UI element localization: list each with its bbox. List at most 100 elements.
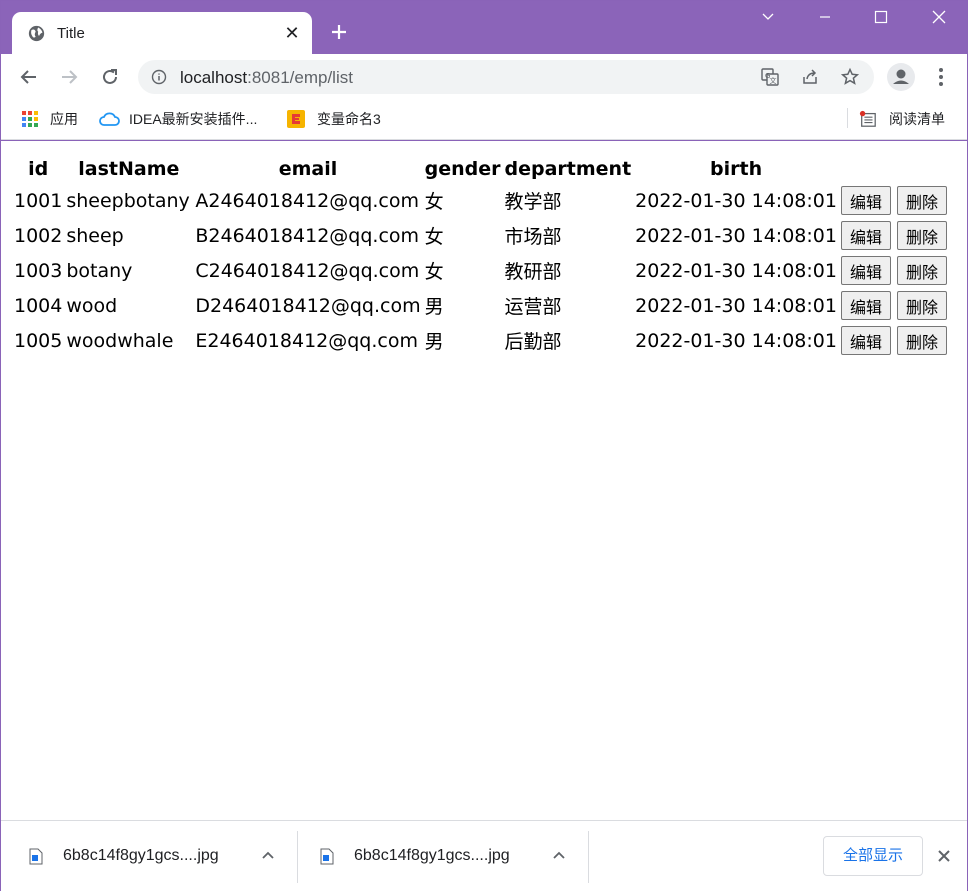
- tab-close-icon[interactable]: ✕: [282, 23, 302, 43]
- svg-text:文: 文: [770, 76, 777, 85]
- cell-lastname: sheep: [66, 224, 124, 247]
- tab-active[interactable]: Title ✕: [12, 12, 312, 54]
- cell-lastname: wood: [66, 294, 118, 317]
- reload-icon[interactable]: [99, 66, 121, 88]
- header-birth: birth: [710, 157, 763, 180]
- cell-gender: 男: [424, 296, 444, 318]
- site-info-icon[interactable]: [151, 69, 167, 85]
- url-text[interactable]: localhost:8081/emp/list: [180, 68, 353, 88]
- chevron-up-icon[interactable]: [259, 847, 277, 865]
- menu-dots-icon[interactable]: [931, 66, 951, 88]
- image-file-icon: [29, 848, 43, 865]
- edit-button[interactable]: 编辑: [840, 291, 891, 320]
- page-content: id lastName email gender department birt…: [1, 141, 967, 820]
- table-row: 1004 wood D2464018412@qq.com 男 运营部 2022-…: [13, 289, 948, 322]
- bookmark-idea-plugins[interactable]: IDEA最新安装插件...: [99, 109, 257, 129]
- table-header-row: id lastName email gender department birt…: [13, 155, 948, 182]
- delete-button[interactable]: 删除: [897, 326, 948, 355]
- cell-id: 1005: [14, 329, 63, 352]
- cloud-icon: [99, 112, 120, 126]
- profile-avatar-icon[interactable]: [887, 63, 915, 91]
- bookmarks-bar: 应用 IDEA最新安装插件... 变量命名3 阅读清单: [1, 100, 967, 140]
- cell-actions: 编辑 删除: [840, 184, 948, 217]
- cell-actions: 编辑 删除: [840, 219, 948, 252]
- bookmark-label: 应用: [50, 111, 78, 127]
- edit-button[interactable]: 编辑: [840, 256, 891, 285]
- cell-id: 1003: [14, 259, 63, 282]
- edit-button[interactable]: 编辑: [840, 186, 891, 215]
- new-tab-icon[interactable]: [327, 20, 351, 44]
- reading-list-button[interactable]: 阅读清单: [859, 109, 945, 129]
- cell-email: E2464018412@qq.com: [195, 329, 418, 352]
- globe-icon: [28, 25, 45, 42]
- reading-list-label: 阅读清单: [889, 111, 945, 127]
- cell-id: 1002: [14, 224, 63, 247]
- bookmark-label: 变量命名3: [317, 111, 381, 127]
- cell-birth: 2022-01-30 14:08:01: [635, 224, 837, 247]
- download-divider: [588, 831, 589, 883]
- translate-icon[interactable]: G 文: [760, 67, 780, 87]
- delete-button[interactable]: 删除: [897, 291, 948, 320]
- cell-email: C2464018412@qq.com: [195, 259, 420, 282]
- maximize-icon[interactable]: [863, 9, 899, 33]
- tab-search-icon[interactable]: [750, 9, 786, 33]
- share-icon[interactable]: [800, 67, 820, 87]
- cell-lastname: sheepbotany: [66, 189, 190, 212]
- browser-toolbar: localhost:8081/emp/list G 文: [1, 54, 967, 100]
- cell-department: 运营部: [504, 296, 562, 318]
- delete-button[interactable]: 删除: [897, 221, 948, 250]
- cell-birth: 2022-01-30 14:08:01: [635, 329, 837, 352]
- employee-table: id lastName email gender department birt…: [11, 153, 950, 359]
- cell-lastname: botany: [66, 259, 133, 282]
- download-item[interactable]: 6b8c14f8gy1gcs....jpg: [292, 821, 588, 891]
- header-lastname: lastName: [78, 157, 180, 180]
- bookmark-apps[interactable]: 应用: [21, 109, 78, 129]
- address-bar[interactable]: localhost:8081/emp/list G 文: [138, 60, 874, 94]
- close-shelf-icon[interactable]: [935, 847, 953, 865]
- delete-button[interactable]: 删除: [897, 186, 948, 215]
- cell-birth: 2022-01-30 14:08:01: [635, 259, 837, 282]
- cell-id: 1001: [14, 189, 63, 212]
- reading-list-icon: [859, 110, 876, 127]
- header-department: department: [504, 157, 632, 180]
- chevron-up-icon[interactable]: [550, 847, 568, 865]
- window-close-icon[interactable]: [921, 9, 957, 33]
- forward-arrow-icon[interactable]: [58, 66, 80, 88]
- browser-window: Title ✕ localhost:8081/emp/list G 文 应用 I…: [0, 0, 968, 891]
- table-body: 1001 sheepbotany A2464018412@qq.com 女 教学…: [13, 184, 948, 357]
- bookmark-star-icon[interactable]: [840, 67, 860, 87]
- table-row: 1005 woodwhale E2464018412@qq.com 男 后勤部 …: [13, 324, 948, 357]
- back-arrow-icon[interactable]: [18, 66, 40, 88]
- url-host: localhost: [180, 68, 248, 87]
- table-row: 1003 botany C2464018412@qq.com 女 教研部 202…: [13, 254, 948, 287]
- download-shelf: 6b8c14f8gy1gcs....jpg 6b8c14f8gy1gcs....…: [1, 820, 967, 891]
- url-path: :8081/emp/list: [247, 68, 353, 87]
- cell-id: 1004: [14, 294, 63, 317]
- download-filename: 6b8c14f8gy1gcs....jpg: [354, 847, 510, 864]
- edit-button[interactable]: 编辑: [840, 221, 891, 250]
- download-item[interactable]: 6b8c14f8gy1gcs....jpg: [1, 821, 297, 891]
- cell-department: 教学部: [504, 191, 562, 213]
- cell-gender: 男: [424, 331, 444, 353]
- image-file-icon: [320, 848, 334, 865]
- show-all-downloads-button[interactable]: 全部显示: [823, 836, 923, 876]
- cell-gender: 女: [424, 226, 444, 248]
- cell-email: B2464018412@qq.com: [195, 224, 420, 247]
- cell-birth: 2022-01-30 14:08:01: [635, 189, 837, 212]
- bookmark-label: IDEA最新安装插件...: [129, 111, 258, 127]
- minimize-icon[interactable]: [807, 9, 843, 33]
- edit-button[interactable]: 编辑: [840, 326, 891, 355]
- tab-strip: Title ✕: [1, 1, 967, 54]
- cell-email: A2464018412@qq.com: [195, 189, 419, 212]
- cell-email: D2464018412@qq.com: [195, 294, 421, 317]
- header-email: email: [278, 157, 338, 180]
- cell-gender: 女: [424, 261, 444, 283]
- cell-actions: 编辑 删除: [840, 254, 948, 287]
- bookmark-variable-naming[interactable]: 变量命名3: [287, 109, 381, 129]
- cell-actions: 编辑 删除: [840, 289, 948, 322]
- header-id: id: [28, 157, 49, 180]
- cell-gender: 女: [424, 191, 444, 213]
- delete-button[interactable]: 删除: [897, 256, 948, 285]
- bookmarks-divider: [847, 108, 848, 128]
- cell-actions: 编辑 删除: [840, 324, 948, 357]
